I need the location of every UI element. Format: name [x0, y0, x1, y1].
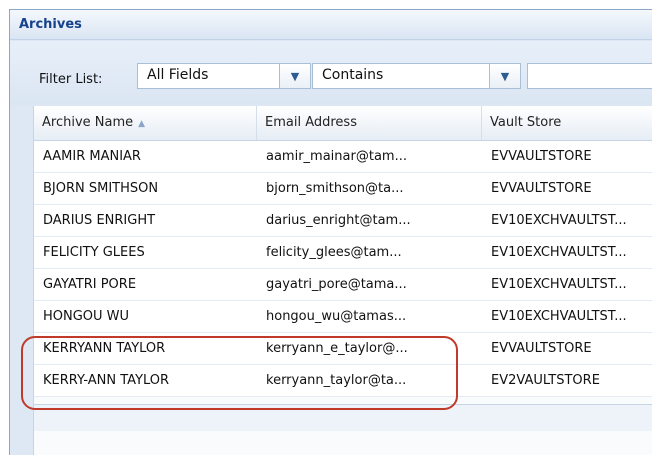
archive-name-cell: KERRYANN TAYLOR: [43, 341, 166, 356]
table-row[interactable]: DARIUS ENRIGHT darius_enright@tam... EV1…: [34, 205, 652, 237]
field-select-dropdown-button[interactable]: ▼: [279, 64, 310, 88]
email-address-cell: aamir_mainar@tam...: [266, 149, 407, 164]
vault-store-cell: EVVAULTSTORE: [491, 149, 592, 164]
column-header-email-address[interactable]: Email Address: [257, 106, 482, 140]
table-row[interactable]: GAYATRI PORE gayatri_pore@tama... EV10EX…: [34, 269, 652, 301]
email-address-cell: gayatri_pore@tama...: [266, 277, 407, 292]
table-row[interactable]: HONGOU WU hongou_wu@tamas... EV10EXCHVAU…: [34, 301, 652, 333]
chevron-down-icon: ▼: [500, 69, 510, 83]
archive-name-cell: HONGOU WU: [43, 309, 130, 324]
vault-store-cell: EVVAULTSTORE: [491, 341, 592, 356]
column-label: Archive Name: [42, 115, 134, 130]
email-address-cell: bjorn_smithson@ta...: [266, 181, 404, 196]
sort-ascending-icon: ▲: [138, 119, 146, 129]
filter-label: Filter List:: [39, 72, 103, 87]
archive-name-cell: BJORN SMITHSON: [43, 181, 159, 196]
operator-select[interactable]: Contains ▼: [312, 63, 521, 89]
column-header-archive-name[interactable]: Archive Name ▲: [34, 106, 257, 140]
vault-store-cell: EV10EXCHVAULTST...: [491, 309, 627, 324]
operator-select-dropdown-button[interactable]: ▼: [489, 64, 520, 88]
column-header-vault-store[interactable]: Vault Store: [482, 106, 652, 140]
column-label: Email Address: [265, 115, 357, 130]
vault-store-cell: EVVAULTSTORE: [491, 181, 592, 196]
email-address-cell: felicity_glees@tam...: [266, 245, 402, 260]
email-address-cell: hongou_wu@tamas...: [266, 309, 407, 324]
vault-store-cell: EV10EXCHVAULTST...: [491, 245, 627, 260]
filter-toolbar: Filter List: All Fields ▼ Contains ▼: [10, 41, 652, 105]
archive-name-cell: KERRY-ANN TAYLOR: [43, 373, 170, 388]
horizontal-scrollbar[interactable]: [33, 404, 652, 431]
column-label: Vault Store: [490, 115, 562, 130]
email-address-cell: kerryann_taylor@ta...: [266, 373, 407, 388]
chevron-down-icon: ▼: [290, 69, 300, 83]
table-row[interactable]: KERRY-ANN TAYLOR kerryann_taylor@ta... E…: [34, 365, 652, 397]
vault-store-cell: EV10EXCHVAULTST...: [491, 213, 627, 228]
vault-store-cell: EV10EXCHVAULTST...: [491, 277, 627, 292]
table-row[interactable]: BJORN SMITHSON bjorn_smithson@ta... EVVA…: [34, 173, 652, 205]
email-address-cell: darius_enright@tam...: [266, 213, 411, 228]
operator-select-value: Contains: [322, 67, 384, 83]
archives-grid: Archive Name ▲ Email Address Vault Store …: [33, 106, 652, 455]
archive-name-cell: DARIUS ENRIGHT: [43, 213, 156, 228]
panel-title: Archives: [10, 10, 652, 40]
email-address-cell: kerryann_e_taylor@...: [266, 341, 408, 356]
search-input[interactable]: [527, 63, 652, 89]
table-row[interactable]: KERRYANN TAYLOR kerryann_e_taylor@... EV…: [34, 333, 652, 365]
archive-name-cell: FELICITY GLEES: [43, 245, 145, 260]
field-select-value: All Fields: [147, 67, 209, 83]
archive-name-cell: GAYATRI PORE: [43, 277, 137, 292]
grid-header: Archive Name ▲ Email Address Vault Store: [34, 106, 652, 141]
field-select[interactable]: All Fields ▼: [137, 63, 311, 89]
archive-name-cell: AAMIR MANIAR: [43, 149, 141, 164]
archives-panel: Archives Filter List: All Fields ▼ Conta…: [9, 9, 652, 455]
table-row[interactable]: FELICITY GLEES felicity_glees@tam... EV1…: [34, 237, 652, 269]
vault-store-cell: EV2VAULTSTORE: [491, 373, 600, 388]
table-row[interactable]: AAMIR MANIAR aamir_mainar@tam... EVVAULT…: [34, 141, 652, 173]
